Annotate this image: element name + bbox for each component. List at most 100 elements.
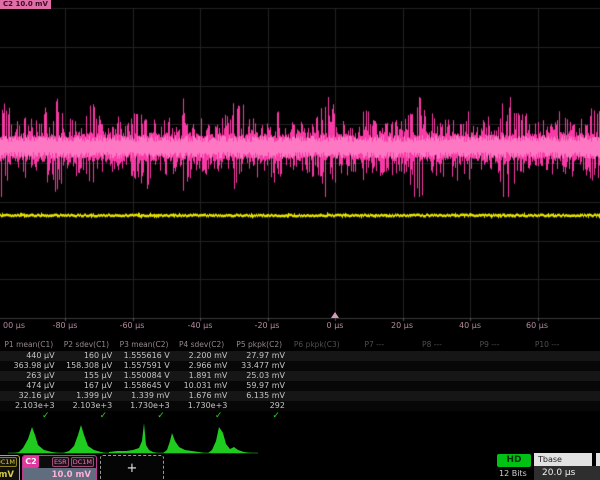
histicon xyxy=(109,423,158,453)
measure-cell-sdev: 6.135 mV xyxy=(230,391,288,401)
c2-flag-token: ESR xyxy=(52,457,69,467)
c2-scale-value: 10.0 mV xyxy=(23,468,96,480)
measure-column-header[interactable]: P5 pkpk(C2) xyxy=(230,339,288,351)
measure-cell-max xyxy=(288,381,346,391)
hd-bits-label: 12 Bits xyxy=(499,469,527,478)
measure-cell-mean xyxy=(288,361,346,371)
measure-cell-num: 2.103e+3 xyxy=(0,401,58,411)
measure-cell-sdev xyxy=(576,391,600,401)
measure-cell-max xyxy=(518,381,576,391)
measure-column-header[interactable]: P xyxy=(576,339,600,351)
measure-cell-value xyxy=(518,351,576,361)
measure-cell-value xyxy=(288,351,346,361)
time-axis-label: 40 µs xyxy=(459,321,481,330)
measure-cell-max xyxy=(461,381,519,391)
channel-descriptor-c2[interactable]: C2 ESR DC1M 10.0 mV xyxy=(22,455,97,480)
measure-cell-mean xyxy=(518,361,576,371)
measure-cell-mean: 33.477 mV xyxy=(230,361,288,371)
measure-cell-sdev xyxy=(288,391,346,401)
measure-cell-max: 10.031 mV xyxy=(173,381,231,391)
measure-cell-value: 2.200 mV xyxy=(173,351,231,361)
measure-cell-mean: 158.308 µV xyxy=(58,361,116,371)
measure-column-header[interactable]: P3 mean(C2) xyxy=(115,339,173,351)
measure-cell-min xyxy=(403,371,461,381)
time-axis-label: 00 µs xyxy=(3,321,25,330)
timebase-value[interactable]: 20.0 µs xyxy=(534,466,600,480)
time-axis-label: -60 µs xyxy=(120,321,145,330)
coupling-token-c1: DC1M xyxy=(0,457,17,467)
histicon xyxy=(163,433,205,453)
measure-column-header[interactable]: P4 sdev(C2) xyxy=(173,339,231,351)
measure-cell-num: 1.730e+3 xyxy=(115,401,173,411)
hd-mode-badge[interactable]: HD xyxy=(497,454,531,467)
measure-cell-sdev xyxy=(346,391,404,401)
measure-column-header[interactable]: P1 mean(C1) xyxy=(0,339,58,351)
measure-column-header[interactable]: P2 sdev(C1) xyxy=(58,339,116,351)
measure-cell-value xyxy=(576,351,600,361)
measure-cell-max: 167 µV xyxy=(58,381,116,391)
measure-column-header[interactable]: P9 --- xyxy=(461,339,519,351)
selected-trace-badge[interactable]: C2 10.0 mV xyxy=(0,0,51,9)
measure-cell-num xyxy=(576,401,600,411)
histicon xyxy=(208,427,252,453)
measure-cell-max: 1.558645 V xyxy=(115,381,173,391)
histicon xyxy=(14,427,60,453)
measure-cell-num xyxy=(346,401,404,411)
c1-scale-value: 10.0 mV xyxy=(0,468,19,480)
time-axis-label: 0 µs xyxy=(327,321,344,330)
measure-cell-max xyxy=(576,381,600,391)
measure-cell-max xyxy=(346,381,404,391)
measure-cell-num xyxy=(461,401,519,411)
measure-cell-mean: 1.557591 V xyxy=(115,361,173,371)
measure-cell-max: 59.97 mV xyxy=(230,381,288,391)
measure-cell-value xyxy=(346,351,404,361)
measure-cell-sdev xyxy=(403,391,461,401)
channel-descriptor-c1[interactable]: DC1M 10.0 mV xyxy=(0,455,20,480)
trigger-descriptor-partial[interactable] xyxy=(596,453,600,466)
measure-cell-min xyxy=(518,371,576,381)
measure-column-header[interactable]: P10 --- xyxy=(518,339,576,351)
measure-cell-value: 160 µV xyxy=(58,351,116,361)
measure-cell-min: 155 µV xyxy=(58,371,116,381)
c2-channel-tab[interactable]: C2 xyxy=(23,456,39,468)
measure-cell-num: 1.730e+3 xyxy=(173,401,231,411)
measure-table: P1 mean(C1)P2 sdev(C1)P3 mean(C2)P4 sdev… xyxy=(0,339,600,422)
measure-cell-sdev: 1.399 µV xyxy=(58,391,116,401)
measure-cell-sdev: 32.16 µV xyxy=(0,391,58,401)
measure-cell-mean xyxy=(403,361,461,371)
trigger-position-marker[interactable] xyxy=(331,312,339,318)
measure-cell-min xyxy=(288,371,346,381)
measure-cell-value xyxy=(461,351,519,361)
measure-cell-min xyxy=(576,371,600,381)
timebase-descriptor[interactable]: Tbase xyxy=(534,453,592,466)
measure-column-header[interactable]: P7 --- xyxy=(346,339,404,351)
measure-cell-max: 474 µV xyxy=(0,381,58,391)
time-axis-label: -40 µs xyxy=(188,321,213,330)
add-trace-button[interactable]: + xyxy=(100,455,164,480)
histicon xyxy=(63,425,106,453)
measure-column-header[interactable]: P8 --- xyxy=(403,339,461,351)
measure-cell-num xyxy=(288,401,346,411)
time-axis-label: -20 µs xyxy=(255,321,280,330)
measure-cell-max xyxy=(403,381,461,391)
oscilloscope-screen: C2 10.0 mV 00 µs -80 µs -60 µs -40 µs -20 µs… xyxy=(0,0,600,480)
coupling-token-c2: DC1M xyxy=(71,457,94,467)
measure-cell-min: 25.03 mV xyxy=(230,371,288,381)
measure-column-header[interactable]: P6 pkpk(C3) xyxy=(288,339,346,351)
measure-cell-num xyxy=(518,401,576,411)
measure-cell-sdev xyxy=(461,391,519,401)
measure-cell-mean xyxy=(346,361,404,371)
measure-cell-mean xyxy=(461,361,519,371)
measure-cell-min: 1.891 mV xyxy=(173,371,231,381)
measure-cell-num: 292 xyxy=(230,401,288,411)
measure-cell-mean xyxy=(576,361,600,371)
measure-cell-value: 440 µV xyxy=(0,351,58,361)
measure-cell-mean: 2.966 mV xyxy=(173,361,231,371)
measure-cell-value: 27.97 mV xyxy=(230,351,288,361)
measure-cell-mean: 363.98 µV xyxy=(0,361,58,371)
time-axis-label: -80 µs xyxy=(53,321,78,330)
time-axis-label: 60 µs xyxy=(526,321,548,330)
measure-cell-num: 2.103e+3 xyxy=(58,401,116,411)
measure-cell-min: 263 µV xyxy=(0,371,58,381)
time-axis-label: 20 µs xyxy=(391,321,413,330)
